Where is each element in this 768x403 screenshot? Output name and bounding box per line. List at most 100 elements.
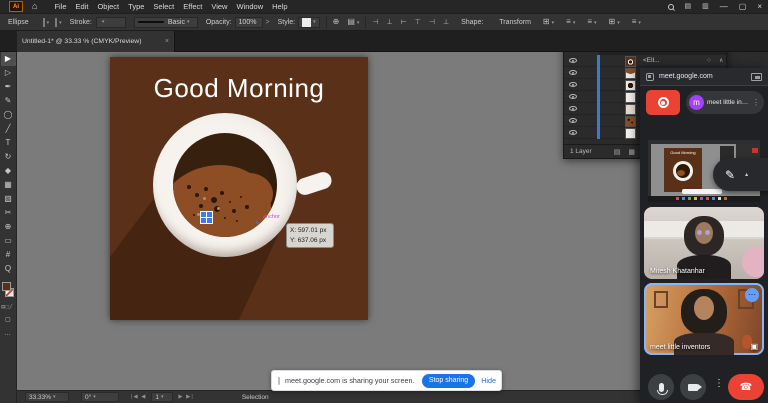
align-icon[interactable]: ⊤ xyxy=(415,18,421,26)
arrange-documents-icon[interactable]: ▤ xyxy=(685,3,692,10)
rotation-select[interactable]: 0° xyxy=(81,392,119,402)
tool-button[interactable]: Q xyxy=(1,262,16,276)
meeting-chip[interactable]: m meet little inve... ⋮ xyxy=(686,91,764,114)
tool-button[interactable]: ▭ xyxy=(1,234,16,248)
layer-thumbnail[interactable] xyxy=(625,92,636,103)
layer-target-icon[interactable]: ○ xyxy=(707,57,711,64)
tab-close-icon[interactable]: × xyxy=(165,38,169,45)
toolbar-more-icon[interactable]: … xyxy=(4,330,11,337)
control-icon[interactable]: ⊞ xyxy=(543,18,554,26)
microphone-button[interactable] xyxy=(648,374,674,400)
layer-thumbnail[interactable] xyxy=(625,104,636,115)
control-icon[interactable]: ≡ xyxy=(566,18,575,26)
opacity-more-arrow[interactable]: > xyxy=(266,19,270,26)
pen-icon[interactable]: ✎ xyxy=(725,168,735,182)
menu-item[interactable]: Type xyxy=(128,2,144,11)
tool-button[interactable]: ▶ xyxy=(1,52,16,66)
end-call-button[interactable]: ☎ xyxy=(728,374,764,400)
home-icon[interactable]: ⌂ xyxy=(32,2,37,11)
tool-button[interactable]: ✒ xyxy=(1,80,16,94)
participant-tile[interactable]: Mitesh Khatanhar xyxy=(644,207,764,279)
tile-crop-icon[interactable]: ▣ xyxy=(750,342,758,351)
visibility-eye-icon[interactable] xyxy=(569,106,577,111)
menu-item[interactable]: Select xyxy=(153,2,174,11)
menu-item[interactable]: View xyxy=(211,2,227,11)
align-icon[interactable]: ⊥ xyxy=(387,18,393,26)
more-options-icon[interactable]: ⋮ xyxy=(714,378,724,389)
chip-menu-icon[interactable]: ⋮ xyxy=(751,98,761,107)
layer-thumbnail[interactable] xyxy=(625,56,636,67)
layer-thumbnail[interactable] xyxy=(625,128,636,139)
artboard-nav-next-icons[interactable]: ▶ ▶| xyxy=(178,394,193,400)
workspace-switcher-icon[interactable]: ▥ xyxy=(702,3,709,10)
minimize-button[interactable]: — xyxy=(720,3,728,11)
artboard[interactable]: Good Morning xyxy=(110,57,368,320)
restore-button[interactable]: ▢ xyxy=(739,3,747,11)
tool-button[interactable]: ▦ xyxy=(1,178,16,192)
layers-footer-icon[interactable]: ▦ xyxy=(628,148,635,156)
participant-tile[interactable]: meet little inventors ⋯ ▣ xyxy=(644,283,764,355)
menu-item[interactable]: Edit xyxy=(76,2,89,11)
collapse-arrow-icon[interactable]: ▴ xyxy=(745,171,748,178)
tool-button[interactable]: ✂ xyxy=(1,206,16,220)
tile-options-button[interactable]: ⋯ xyxy=(745,288,759,302)
artboard-nav-prev-icons[interactable]: |◀ ◀ xyxy=(131,394,146,400)
search-icon[interactable] xyxy=(668,4,674,10)
artboard-headline-text[interactable]: Good Morning xyxy=(110,73,368,104)
annotation-tool-popup[interactable]: ✎ ▴ xyxy=(713,158,768,191)
hide-link[interactable]: Hide xyxy=(481,376,496,385)
color-mode-icons[interactable]: ▤▢╱ xyxy=(1,304,12,310)
layer-row[interactable]: <Ell... ○ ∧ xyxy=(564,55,726,67)
tool-button[interactable]: # xyxy=(1,248,16,262)
picture-in-picture-icon[interactable] xyxy=(751,73,762,81)
menu-item[interactable]: Effect xyxy=(183,2,202,11)
layer-thumbnail[interactable] xyxy=(625,116,636,127)
document-setup-globe-icon[interactable]: ⊕ xyxy=(333,18,340,26)
coffee-surface[interactable] xyxy=(173,133,277,237)
close-button[interactable]: × xyxy=(757,3,762,11)
visibility-eye-icon[interactable] xyxy=(569,118,577,123)
camera-button[interactable] xyxy=(680,374,706,400)
menu-item[interactable]: Window xyxy=(236,2,263,11)
document-setup-icon[interactable]: ▤ xyxy=(347,18,359,26)
align-icon[interactable]: ⊣ xyxy=(372,18,378,26)
visibility-eye-icon[interactable] xyxy=(569,94,577,99)
tool-button[interactable]: ◯ xyxy=(1,108,16,122)
tool-button[interactable]: ↻ xyxy=(1,150,16,164)
recording-button[interactable] xyxy=(646,90,680,115)
layer-expand-caret[interactable]: ∧ xyxy=(719,57,723,64)
tool-button[interactable]: T xyxy=(1,136,16,150)
layer-label[interactable]: <Ell... xyxy=(643,57,659,64)
menu-item[interactable]: File xyxy=(54,2,66,11)
align-icon[interactable]: ⊥ xyxy=(443,18,449,26)
cup-handle[interactable] xyxy=(294,170,333,197)
style-select[interactable] xyxy=(298,17,320,28)
visibility-eye-icon[interactable] xyxy=(569,82,577,87)
stroke-weight-select[interactable] xyxy=(96,17,126,28)
menu-item[interactable]: Help xyxy=(272,2,287,11)
shape-label[interactable]: Shape: xyxy=(461,19,483,26)
transform-label[interactable]: Transform xyxy=(499,19,531,26)
stroke-color-swatch[interactable] xyxy=(55,19,62,26)
visibility-eye-icon[interactable] xyxy=(569,58,577,63)
zoom-level-select[interactable]: 33.33% xyxy=(25,392,69,402)
opacity-input[interactable]: 100% xyxy=(235,17,263,28)
visibility-eye-icon[interactable] xyxy=(569,130,577,135)
tool-button[interactable]: ▷ xyxy=(1,66,16,80)
layer-thumbnail[interactable] xyxy=(625,68,636,79)
fill-indicator-swatch[interactable] xyxy=(2,282,11,291)
document-tab[interactable]: Untitled-1* @ 33.33 % (CMYK/Preview) × xyxy=(17,31,175,52)
banner-drag-handle[interactable]: ∥ xyxy=(277,376,281,385)
tool-button[interactable]: ⊕ xyxy=(1,220,16,234)
stop-sharing-button[interactable]: Stop sharing xyxy=(422,374,475,388)
align-icon[interactable]: ⊢ xyxy=(401,18,407,26)
visibility-eye-icon[interactable] xyxy=(569,70,577,75)
control-icon[interactable]: ≡ xyxy=(632,18,641,26)
tool-button[interactable]: ╱ xyxy=(1,122,16,136)
align-icon[interactable]: ⊣ xyxy=(429,18,435,26)
tool-button[interactable]: ▧ xyxy=(1,192,16,206)
artboard-number-select[interactable]: 1 xyxy=(151,392,173,402)
fill-color-swatch[interactable] xyxy=(43,19,50,26)
live-shape-widget[interactable] xyxy=(200,211,213,224)
menu-item[interactable]: Object xyxy=(97,2,119,11)
